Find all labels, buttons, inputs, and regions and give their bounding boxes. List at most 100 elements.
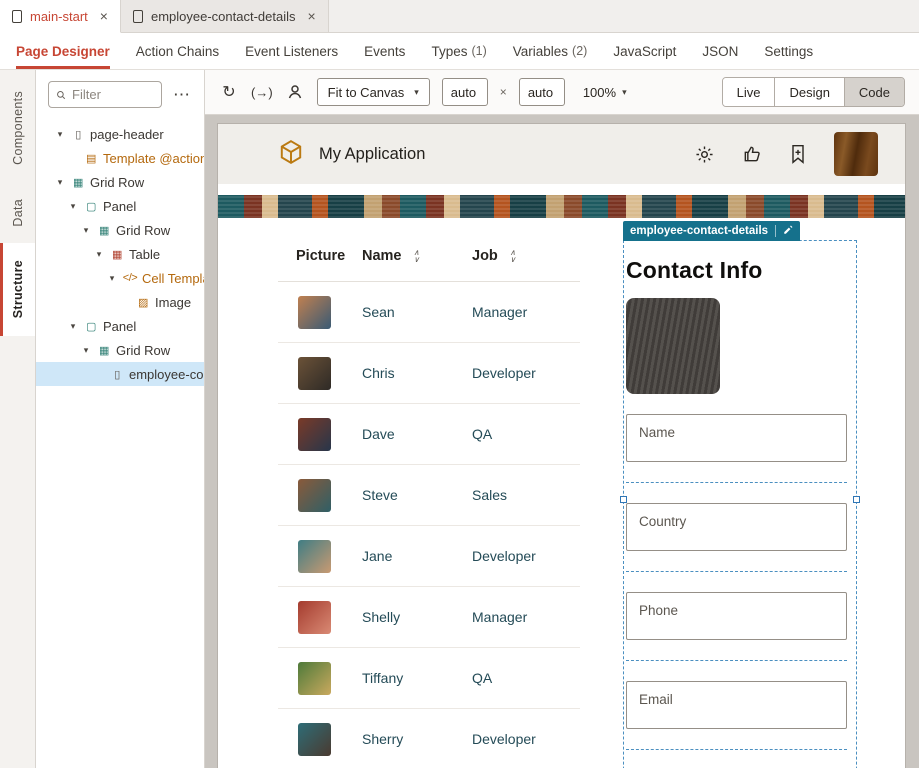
- canvas-width-input[interactable]: [441, 78, 488, 106]
- nav-tab[interactable]: Page Designer: [16, 33, 110, 69]
- table-row[interactable]: Steve Sales: [278, 465, 580, 526]
- canvas-height-input[interactable]: [518, 78, 565, 106]
- structure-panel-header: ⋯: [36, 70, 204, 118]
- table-row[interactable]: Sean Manager: [278, 282, 580, 343]
- zoom-select[interactable]: 100% ▾: [583, 85, 627, 100]
- sort-icon[interactable]: ∧ ∨: [510, 248, 516, 263]
- close-tab-icon[interactable]: ×: [100, 8, 108, 24]
- edit-pencil-icon[interactable]: [783, 225, 793, 238]
- nav-tab[interactable]: Action Chains: [136, 33, 219, 69]
- expander-icon[interactable]: ▾: [54, 129, 66, 140]
- tree-item[interactable]: ▾ ▢ Panel: [36, 194, 204, 218]
- open-in-new-tab-icon[interactable]: (→): [251, 85, 273, 100]
- banner-image: [218, 195, 905, 218]
- size-separator: ×: [499, 85, 507, 99]
- column-header-job[interactable]: Job ∧ ∨: [472, 248, 580, 264]
- employee-photo: [298, 478, 331, 512]
- text-field[interactable]: Country: [626, 503, 847, 551]
- tree-item[interactable]: ▨ Image: [36, 290, 204, 314]
- filter-search-box[interactable]: [48, 81, 162, 108]
- overflow-menu-button[interactable]: ⋯: [168, 85, 196, 105]
- fragment-selection[interactable]: employee-contact-details Contact Info Na…: [620, 221, 860, 768]
- expander-icon[interactable]: ▾: [80, 345, 92, 356]
- column-header-picture[interactable]: Picture: [278, 248, 362, 264]
- expander-icon[interactable]: ▾: [54, 177, 66, 188]
- cell-template-icon: </>: [122, 272, 138, 284]
- rail-tab[interactable]: Data: [0, 182, 35, 244]
- employee-photo: [298, 539, 331, 573]
- filter-input[interactable]: [72, 87, 154, 102]
- table-header-row: Picture Name ∧ ∨ Job ∧ ∨: [278, 230, 580, 282]
- nav-tab-label: JSON: [702, 43, 739, 59]
- nav-tab[interactable]: Types (1): [431, 33, 486, 69]
- table-row[interactable]: Chris Developer: [278, 343, 580, 404]
- expander-icon[interactable]: ▾: [93, 249, 105, 260]
- fit-to-canvas-select[interactable]: Fit to Canvas ▾: [316, 78, 430, 106]
- app-logo-icon: [278, 139, 304, 170]
- expander-icon[interactable]: ▾: [106, 273, 118, 284]
- sort-icon[interactable]: ∧ ∨: [414, 248, 420, 263]
- nav-tab[interactable]: Event Listeners: [245, 33, 338, 69]
- bookmark-add-icon[interactable]: [789, 144, 807, 164]
- tree-item[interactable]: ▤ Template @actions: [36, 146, 204, 170]
- tree-item-label: employee-contact-details: [129, 366, 204, 382]
- form-row: Email: [626, 681, 847, 750]
- tree-item[interactable]: ▾ </> Cell Template: [36, 266, 204, 290]
- fragment-tag[interactable]: employee-contact-details: [623, 221, 801, 241]
- thumbs-up-icon[interactable]: [742, 144, 762, 164]
- mode-button[interactable]: Live: [722, 78, 775, 106]
- tree-item[interactable]: ▾ ▦ Grid Row: [36, 170, 204, 194]
- tree-item[interactable]: ▾ ▯ page-header: [36, 122, 204, 146]
- refresh-icon[interactable]: ↻: [219, 82, 239, 102]
- photo-placeholder-image[interactable]: [626, 298, 720, 394]
- nav-tab[interactable]: Variables (2): [513, 33, 588, 69]
- tree-item-label: Cell Template: [142, 270, 204, 286]
- user-avatar[interactable]: [834, 132, 878, 176]
- document-tab[interactable]: employee-contact-details ×: [120, 0, 329, 32]
- mode-button[interactable]: Design: [774, 78, 844, 106]
- table-row[interactable]: Shelly Manager: [278, 587, 580, 648]
- close-tab-icon[interactable]: ×: [308, 8, 316, 24]
- nav-tab[interactable]: JSON: [702, 33, 738, 69]
- rail-tab-label: Data: [10, 198, 25, 227]
- fit-to-canvas-label: Fit to Canvas: [327, 84, 405, 100]
- tree-item[interactable]: ▾ ▢ Panel: [36, 314, 204, 338]
- employee-job: Developer: [472, 548, 536, 564]
- mode-button[interactable]: Code: [843, 78, 904, 106]
- tree-item[interactable]: ▾ ▦ Table: [36, 242, 204, 266]
- rail-tab[interactable]: Structure: [0, 243, 35, 337]
- nav-tab[interactable]: Settings: [764, 33, 813, 69]
- employees-table: Picture Name ∧ ∨ Job ∧ ∨ Sean Manager Ch…: [278, 230, 580, 768]
- expander-icon[interactable]: ▾: [80, 225, 92, 236]
- user-role-icon[interactable]: [285, 84, 305, 100]
- table-row[interactable]: Jane Developer: [278, 526, 580, 587]
- table-row[interactable]: Tiffany QA: [278, 648, 580, 709]
- canvas-column: ↻ (→) Fit to Canvas ▾ × 100% ▾: [205, 70, 919, 768]
- document-tab[interactable]: main-start ×: [0, 0, 121, 33]
- table-row[interactable]: Dave QA: [278, 404, 580, 465]
- mode-switcher: Live Design Code: [721, 77, 905, 107]
- tree-item[interactable]: ▾ ▦ Grid Row: [36, 218, 204, 242]
- design-canvas[interactable]: My Application Picture Name ∧ ∨ Job ∧ ∨ …: [205, 115, 919, 768]
- selection-handle-left[interactable]: [620, 496, 627, 503]
- tree-item[interactable]: ▯ employee-contact-details: [36, 362, 204, 386]
- employee-name: Steve: [362, 487, 398, 503]
- text-field[interactable]: Name: [626, 414, 847, 462]
- column-header-name[interactable]: Name ∧ ∨: [362, 248, 472, 264]
- settings-gear-icon[interactable]: [694, 144, 715, 165]
- main-body: Components Data Structure ⋯: [0, 70, 919, 768]
- page-icon: ▯: [75, 128, 81, 141]
- text-field[interactable]: Phone: [626, 592, 847, 640]
- tree-item-label: Grid Row: [116, 342, 171, 358]
- tree-item[interactable]: ▾ ▦ Grid Row: [36, 338, 204, 362]
- text-field[interactable]: Email: [626, 681, 847, 729]
- employee-job: Developer: [472, 731, 536, 747]
- rail-tab[interactable]: Components: [0, 74, 35, 182]
- expander-icon[interactable]: ▾: [67, 201, 79, 212]
- expander-icon[interactable]: ▾: [67, 321, 79, 332]
- nav-tab[interactable]: JavaScript: [613, 33, 676, 69]
- selection-handle-right[interactable]: [853, 496, 860, 503]
- table-row[interactable]: Sherry Developer: [278, 709, 580, 768]
- grid-row-icon: ▦: [99, 344, 109, 357]
- nav-tab[interactable]: Events: [364, 33, 405, 69]
